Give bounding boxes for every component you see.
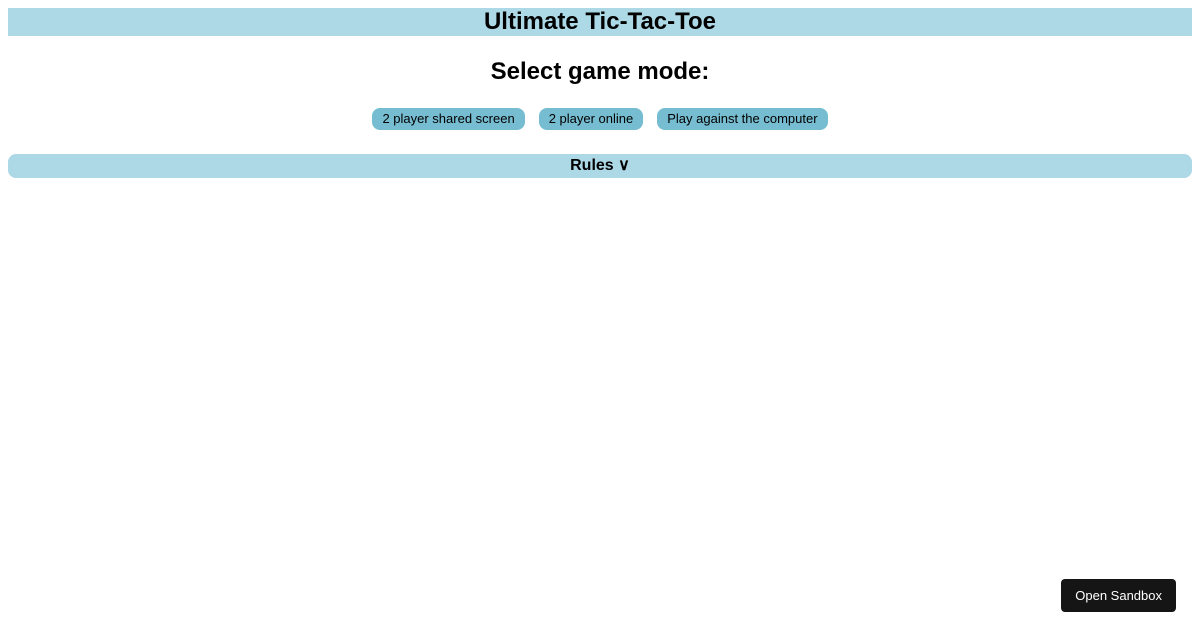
mode-button-row: 2 player shared screen 2 player online P…: [8, 108, 1192, 130]
select-mode-heading: Select game mode:: [8, 58, 1192, 86]
mode-button-online[interactable]: 2 player online: [539, 108, 644, 130]
page-title: Ultimate Tic-Tac-Toe: [484, 8, 716, 35]
page-title-bar: Ultimate Tic-Tac-Toe: [8, 8, 1192, 36]
rules-label: Rules ∨: [570, 157, 630, 174]
mode-button-vs-computer[interactable]: Play against the computer: [657, 108, 827, 130]
rules-toggle[interactable]: Rules ∨: [8, 154, 1192, 178]
open-sandbox-button[interactable]: Open Sandbox: [1061, 579, 1176, 612]
mode-button-shared-screen[interactable]: 2 player shared screen: [372, 108, 524, 130]
